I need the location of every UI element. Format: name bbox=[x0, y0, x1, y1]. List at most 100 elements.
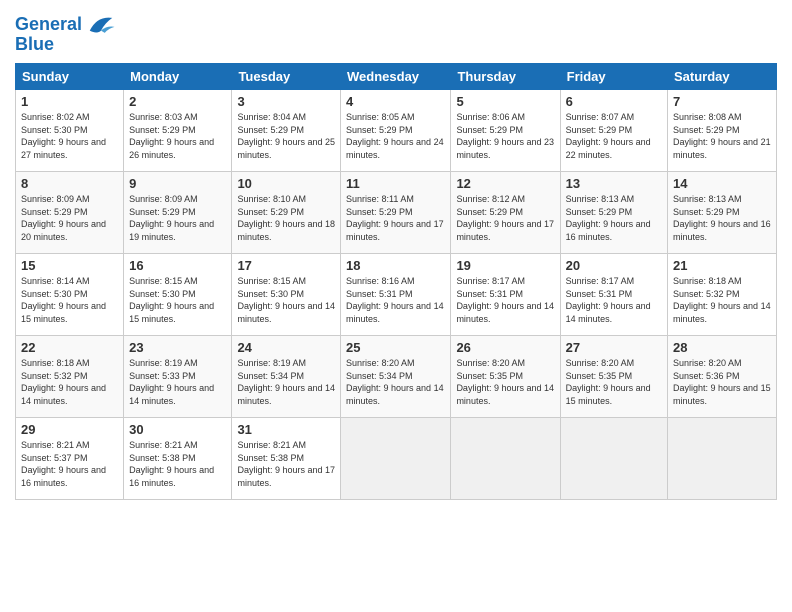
day-number: 7 bbox=[673, 94, 771, 109]
calendar-cell: 25 Sunrise: 8:20 AMSunset: 5:34 PMDaylig… bbox=[341, 336, 451, 418]
calendar-cell: 15 Sunrise: 8:14 AMSunset: 5:30 PMDaylig… bbox=[16, 254, 124, 336]
calendar-cell: 9 Sunrise: 8:09 AMSunset: 5:29 PMDayligh… bbox=[124, 172, 232, 254]
day-info: Sunrise: 8:17 AMSunset: 5:31 PMDaylight:… bbox=[566, 276, 651, 324]
day-number: 6 bbox=[566, 94, 662, 109]
day-info: Sunrise: 8:14 AMSunset: 5:30 PMDaylight:… bbox=[21, 276, 106, 324]
calendar-cell: 17 Sunrise: 8:15 AMSunset: 5:30 PMDaylig… bbox=[232, 254, 341, 336]
calendar-cell: 16 Sunrise: 8:15 AMSunset: 5:30 PMDaylig… bbox=[124, 254, 232, 336]
day-info: Sunrise: 8:18 AMSunset: 5:32 PMDaylight:… bbox=[21, 358, 106, 406]
calendar-header-thursday: Thursday bbox=[451, 64, 560, 90]
day-number: 28 bbox=[673, 340, 771, 355]
page-container: General Blue SundayMondayTuesdayWednesda… bbox=[0, 0, 792, 510]
day-info: Sunrise: 8:09 AMSunset: 5:29 PMDaylight:… bbox=[129, 194, 214, 242]
day-info: Sunrise: 8:10 AMSunset: 5:29 PMDaylight:… bbox=[237, 194, 335, 242]
day-number: 23 bbox=[129, 340, 226, 355]
calendar-cell: 21 Sunrise: 8:18 AMSunset: 5:32 PMDaylig… bbox=[668, 254, 777, 336]
day-number: 4 bbox=[346, 94, 445, 109]
day-number: 15 bbox=[21, 258, 118, 273]
day-info: Sunrise: 8:17 AMSunset: 5:31 PMDaylight:… bbox=[456, 276, 554, 324]
day-info: Sunrise: 8:13 AMSunset: 5:29 PMDaylight:… bbox=[566, 194, 651, 242]
day-number: 19 bbox=[456, 258, 554, 273]
day-info: Sunrise: 8:20 AMSunset: 5:36 PMDaylight:… bbox=[673, 358, 771, 406]
header: General Blue bbox=[15, 10, 777, 55]
day-info: Sunrise: 8:06 AMSunset: 5:29 PMDaylight:… bbox=[456, 112, 554, 160]
calendar-cell: 20 Sunrise: 8:17 AMSunset: 5:31 PMDaylig… bbox=[560, 254, 667, 336]
day-info: Sunrise: 8:21 AMSunset: 5:38 PMDaylight:… bbox=[129, 440, 214, 488]
day-number: 26 bbox=[456, 340, 554, 355]
calendar-cell: 3 Sunrise: 8:04 AMSunset: 5:29 PMDayligh… bbox=[232, 90, 341, 172]
calendar-cell: 11 Sunrise: 8:11 AMSunset: 5:29 PMDaylig… bbox=[341, 172, 451, 254]
day-number: 27 bbox=[566, 340, 662, 355]
calendar-week-2: 8 Sunrise: 8:09 AMSunset: 5:29 PMDayligh… bbox=[16, 172, 777, 254]
day-number: 24 bbox=[237, 340, 335, 355]
day-info: Sunrise: 8:09 AMSunset: 5:29 PMDaylight:… bbox=[21, 194, 106, 242]
calendar-cell: 24 Sunrise: 8:19 AMSunset: 5:34 PMDaylig… bbox=[232, 336, 341, 418]
day-info: Sunrise: 8:20 AMSunset: 5:35 PMDaylight:… bbox=[566, 358, 651, 406]
day-number: 22 bbox=[21, 340, 118, 355]
logo-text: General bbox=[15, 15, 82, 35]
day-number: 14 bbox=[673, 176, 771, 191]
day-info: Sunrise: 8:15 AMSunset: 5:30 PMDaylight:… bbox=[129, 276, 214, 324]
calendar-cell: 5 Sunrise: 8:06 AMSunset: 5:29 PMDayligh… bbox=[451, 90, 560, 172]
day-number: 8 bbox=[21, 176, 118, 191]
day-info: Sunrise: 8:18 AMSunset: 5:32 PMDaylight:… bbox=[673, 276, 771, 324]
day-info: Sunrise: 8:19 AMSunset: 5:33 PMDaylight:… bbox=[129, 358, 214, 406]
calendar-cell: 2 Sunrise: 8:03 AMSunset: 5:29 PMDayligh… bbox=[124, 90, 232, 172]
day-number: 25 bbox=[346, 340, 445, 355]
calendar-week-4: 22 Sunrise: 8:18 AMSunset: 5:32 PMDaylig… bbox=[16, 336, 777, 418]
calendar-cell: 27 Sunrise: 8:20 AMSunset: 5:35 PMDaylig… bbox=[560, 336, 667, 418]
calendar-cell: 10 Sunrise: 8:10 AMSunset: 5:29 PMDaylig… bbox=[232, 172, 341, 254]
calendar-header-row: SundayMondayTuesdayWednesdayThursdayFrid… bbox=[16, 64, 777, 90]
calendar-cell bbox=[668, 418, 777, 500]
day-number: 1 bbox=[21, 94, 118, 109]
day-info: Sunrise: 8:15 AMSunset: 5:30 PMDaylight:… bbox=[237, 276, 335, 324]
day-number: 30 bbox=[129, 422, 226, 437]
calendar-cell: 13 Sunrise: 8:13 AMSunset: 5:29 PMDaylig… bbox=[560, 172, 667, 254]
day-number: 5 bbox=[456, 94, 554, 109]
calendar-cell: 22 Sunrise: 8:18 AMSunset: 5:32 PMDaylig… bbox=[16, 336, 124, 418]
calendar-cell: 7 Sunrise: 8:08 AMSunset: 5:29 PMDayligh… bbox=[668, 90, 777, 172]
day-number: 11 bbox=[346, 176, 445, 191]
calendar-cell: 19 Sunrise: 8:17 AMSunset: 5:31 PMDaylig… bbox=[451, 254, 560, 336]
day-number: 21 bbox=[673, 258, 771, 273]
calendar-week-1: 1 Sunrise: 8:02 AMSunset: 5:30 PMDayligh… bbox=[16, 90, 777, 172]
calendar-cell bbox=[451, 418, 560, 500]
calendar-header-saturday: Saturday bbox=[668, 64, 777, 90]
calendar-cell: 14 Sunrise: 8:13 AMSunset: 5:29 PMDaylig… bbox=[668, 172, 777, 254]
day-number: 20 bbox=[566, 258, 662, 273]
day-info: Sunrise: 8:11 AMSunset: 5:29 PMDaylight:… bbox=[346, 194, 444, 242]
day-number: 18 bbox=[346, 258, 445, 273]
day-number: 17 bbox=[237, 258, 335, 273]
day-number: 31 bbox=[237, 422, 335, 437]
day-number: 12 bbox=[456, 176, 554, 191]
calendar-week-5: 29 Sunrise: 8:21 AMSunset: 5:37 PMDaylig… bbox=[16, 418, 777, 500]
calendar-cell: 8 Sunrise: 8:09 AMSunset: 5:29 PMDayligh… bbox=[16, 172, 124, 254]
calendar-cell: 12 Sunrise: 8:12 AMSunset: 5:29 PMDaylig… bbox=[451, 172, 560, 254]
day-info: Sunrise: 8:02 AMSunset: 5:30 PMDaylight:… bbox=[21, 112, 106, 160]
calendar-header-friday: Friday bbox=[560, 64, 667, 90]
calendar-header-monday: Monday bbox=[124, 64, 232, 90]
calendar-cell bbox=[560, 418, 667, 500]
day-number: 29 bbox=[21, 422, 118, 437]
day-info: Sunrise: 8:20 AMSunset: 5:34 PMDaylight:… bbox=[346, 358, 444, 406]
day-info: Sunrise: 8:13 AMSunset: 5:29 PMDaylight:… bbox=[673, 194, 771, 242]
day-info: Sunrise: 8:12 AMSunset: 5:29 PMDaylight:… bbox=[456, 194, 554, 242]
calendar-cell: 1 Sunrise: 8:02 AMSunset: 5:30 PMDayligh… bbox=[16, 90, 124, 172]
calendar-header-sunday: Sunday bbox=[16, 64, 124, 90]
calendar-cell: 18 Sunrise: 8:16 AMSunset: 5:31 PMDaylig… bbox=[341, 254, 451, 336]
day-info: Sunrise: 8:19 AMSunset: 5:34 PMDaylight:… bbox=[237, 358, 335, 406]
calendar-cell: 29 Sunrise: 8:21 AMSunset: 5:37 PMDaylig… bbox=[16, 418, 124, 500]
calendar-table: SundayMondayTuesdayWednesdayThursdayFrid… bbox=[15, 63, 777, 500]
logo-bird-icon bbox=[86, 10, 116, 40]
day-number: 13 bbox=[566, 176, 662, 191]
calendar-cell: 26 Sunrise: 8:20 AMSunset: 5:35 PMDaylig… bbox=[451, 336, 560, 418]
calendar-cell: 30 Sunrise: 8:21 AMSunset: 5:38 PMDaylig… bbox=[124, 418, 232, 500]
day-info: Sunrise: 8:16 AMSunset: 5:31 PMDaylight:… bbox=[346, 276, 444, 324]
calendar-cell: 31 Sunrise: 8:21 AMSunset: 5:38 PMDaylig… bbox=[232, 418, 341, 500]
day-number: 3 bbox=[237, 94, 335, 109]
logo: General Blue bbox=[15, 10, 116, 55]
day-info: Sunrise: 8:07 AMSunset: 5:29 PMDaylight:… bbox=[566, 112, 651, 160]
day-number: 10 bbox=[237, 176, 335, 191]
day-info: Sunrise: 8:04 AMSunset: 5:29 PMDaylight:… bbox=[237, 112, 335, 160]
calendar-cell: 4 Sunrise: 8:05 AMSunset: 5:29 PMDayligh… bbox=[341, 90, 451, 172]
